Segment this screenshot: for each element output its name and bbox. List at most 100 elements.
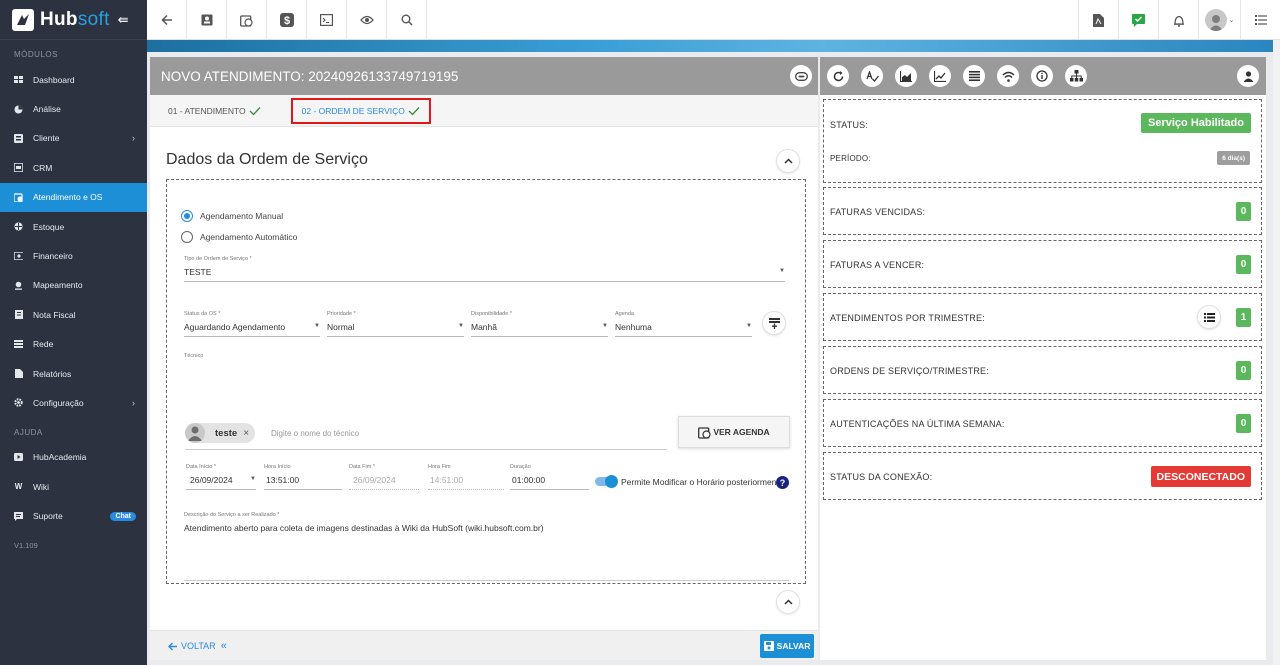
duracao-field[interactable]: Duração 01:00:00 bbox=[510, 464, 589, 490]
field-label: Hora Início bbox=[264, 464, 291, 470]
sidebar-item-label: HubAcademia bbox=[33, 452, 87, 463]
dashboard-icon bbox=[14, 75, 23, 84]
search-button[interactable] bbox=[387, 0, 427, 40]
avatar bbox=[1204, 9, 1227, 31]
calendar-clock-icon bbox=[240, 14, 253, 27]
sidebar-item-financeiro[interactable]: Financeiro bbox=[0, 241, 147, 270]
add-agenda-button[interactable] bbox=[762, 311, 786, 335]
field-value: 26/09/2024 bbox=[349, 475, 419, 490]
hierarchy-button[interactable] bbox=[1065, 65, 1087, 87]
sidebar-item-label: Atendimento e OS bbox=[33, 192, 103, 203]
scrollbar[interactable] bbox=[1273, 40, 1280, 665]
ver-agenda-button[interactable]: VER AGENDA bbox=[678, 416, 790, 448]
messages-button[interactable] bbox=[1118, 0, 1158, 40]
client-profile-button[interactable] bbox=[1237, 65, 1259, 87]
sidebar-item-configuracao[interactable]: Configuração › bbox=[0, 388, 147, 417]
button-label: SALVAR bbox=[776, 641, 811, 651]
spellcheck-button[interactable] bbox=[861, 65, 883, 87]
field-value: 26/09/2024 ▼ bbox=[186, 475, 256, 490]
report-icon bbox=[14, 369, 23, 379]
sidebar-item-nota-fiscal[interactable]: Nota Fiscal bbox=[0, 300, 147, 329]
tab-ordem-servico[interactable]: 02 - ORDEM DE SERVIÇO bbox=[290, 97, 431, 124]
schedule-button[interactable] bbox=[227, 0, 267, 40]
user-menu[interactable]: ⌄ bbox=[1198, 0, 1240, 40]
selected-value: Normal bbox=[327, 322, 355, 332]
radio-agendamento-manual[interactable]: Agendamento Manual bbox=[181, 210, 283, 222]
sidebar-item-suporte[interactable]: Suporte Chat bbox=[0, 501, 147, 530]
input-value: 01:00:00 bbox=[512, 475, 546, 485]
sidebar-item-mapeamento[interactable]: Mapeamento bbox=[0, 271, 147, 300]
refresh-button[interactable] bbox=[827, 65, 849, 87]
spellcheck-icon bbox=[865, 70, 879, 82]
tipo-os-select[interactable]: Tipo de Ordem de Serviço * TESTE ▼ bbox=[184, 256, 785, 282]
service-order-form: Agendamento Manual Agendamento Automátic… bbox=[166, 179, 806, 584]
panel-header: NOVO ATENDIMENTO: 20240926133749719195 bbox=[150, 57, 818, 95]
status-os-select[interactable]: Status da OS * Aguardando Agendamento ▼ bbox=[184, 311, 320, 337]
page-title: NOVO ATENDIMENTO: 20240926133749719195 bbox=[161, 68, 459, 84]
terminal-button[interactable] bbox=[307, 0, 347, 40]
prioridade-select[interactable]: Prioridade * Normal ▼ bbox=[327, 311, 464, 337]
atendimentos-trimestre-card: ATENDIMENTOS POR TRIMESTRE: 1 bbox=[823, 293, 1262, 341]
section-modules: MÓDULOS bbox=[14, 50, 58, 59]
line-chart-button[interactable] bbox=[929, 65, 951, 87]
sidebar-item-cliente[interactable]: Cliente › bbox=[0, 124, 147, 153]
sidebar-item-estoque[interactable]: Estoque bbox=[0, 212, 147, 241]
tecnico-input[interactable] bbox=[185, 412, 667, 450]
agenda-select[interactable]: Agenda Nenhuma ▼ bbox=[615, 311, 752, 337]
descricao-field[interactable]: Descrição do Serviço a ser Realizado * A… bbox=[184, 512, 789, 581]
panel-footer: VOLTAR « SALVAR bbox=[150, 630, 818, 660]
collapse-sidebar-icon[interactable]: ⇚ bbox=[118, 12, 129, 28]
collapse-up-button[interactable] bbox=[776, 149, 800, 173]
chevron-up-icon bbox=[783, 158, 793, 164]
tab-atendimento[interactable]: 01 - ATENDIMENTO bbox=[168, 106, 261, 116]
dropdown-arrow-icon: ▼ bbox=[779, 268, 785, 274]
financial-button[interactable]: $ bbox=[267, 0, 307, 40]
sidebar-item-rede[interactable]: Rede bbox=[0, 330, 147, 359]
sidebar-item-atendimento-os[interactable]: Atendimento e OS bbox=[0, 182, 147, 212]
menu-list-button[interactable] bbox=[1240, 0, 1280, 40]
sidebar-item-analise[interactable]: Análise bbox=[0, 94, 147, 123]
wifi-button[interactable] bbox=[997, 65, 1019, 87]
view-atendimentos-button[interactable] bbox=[1197, 305, 1221, 329]
sidebar: Hubsoft ⇚ MÓDULOS Dashboard Análise Clie… bbox=[0, 0, 147, 665]
notifications-button[interactable] bbox=[1158, 0, 1198, 40]
data-inicio-field[interactable]: Data Início * 26/09/2024 ▼ bbox=[186, 464, 256, 490]
close-icon[interactable]: × bbox=[243, 428, 249, 439]
card-label: FATURAS A VENCER: bbox=[830, 260, 925, 270]
field-label: Descrição do Serviço a ser Realizado * bbox=[184, 512, 280, 518]
faturas-vencidas-card: FATURAS VENCIDAS: 0 bbox=[823, 187, 1262, 235]
attach-button[interactable] bbox=[790, 65, 812, 87]
dropdown-arrow-icon: ▼ bbox=[602, 323, 608, 329]
sidebar-item-wiki[interactable]: W Wiki bbox=[0, 472, 147, 501]
tecnico-chip[interactable]: teste × bbox=[185, 423, 256, 443]
view-button[interactable] bbox=[347, 0, 387, 40]
input-value: 13:51:00 bbox=[266, 475, 300, 485]
sidebar-item-relatorios[interactable]: Relatórios bbox=[0, 359, 147, 388]
salvar-button[interactable]: SALVAR bbox=[760, 634, 814, 658]
modify-time-toggle[interactable] bbox=[595, 475, 618, 488]
sidebar-item-hubacademia[interactable]: HubAcademia bbox=[0, 443, 147, 472]
info-button[interactable] bbox=[1031, 65, 1053, 87]
scroll-up-button[interactable] bbox=[776, 590, 800, 614]
line-chart-icon bbox=[934, 70, 946, 82]
field-value: Manhã ▼ bbox=[471, 322, 608, 337]
disponibilidade-select[interactable]: Disponibilidade * Manhã ▼ bbox=[471, 311, 608, 337]
button-label: VOLTAR bbox=[181, 641, 216, 651]
back-button[interactable] bbox=[147, 0, 187, 40]
descricao-textarea[interactable]: Atendimento aberto para coleta de imagen… bbox=[184, 523, 789, 581]
help-icon[interactable]: ? bbox=[776, 476, 789, 489]
sidebar-item-dashboard[interactable]: Dashboard bbox=[0, 65, 147, 94]
hora-inicio-field[interactable]: Hora Início 13:51:00 bbox=[264, 464, 342, 490]
sidebar-item-crm[interactable]: CRM bbox=[0, 153, 147, 182]
voltar-button[interactable]: VOLTAR « bbox=[168, 640, 227, 652]
status-badge: Serviço Habilitado bbox=[1141, 113, 1251, 133]
list-button[interactable] bbox=[963, 65, 985, 87]
radio-agendamento-automatico[interactable]: Agendamento Automático bbox=[181, 231, 297, 243]
sidebar-item-label: Wiki bbox=[33, 481, 50, 492]
add-list-icon bbox=[768, 317, 780, 329]
pdf-button[interactable] bbox=[1078, 0, 1118, 40]
bar-chart-button[interactable] bbox=[895, 65, 917, 87]
logo[interactable]: Hubsoft ⇚ bbox=[0, 0, 147, 40]
contact-button[interactable] bbox=[187, 0, 227, 40]
periodo-badge: 6 dia(s) bbox=[1217, 151, 1250, 165]
